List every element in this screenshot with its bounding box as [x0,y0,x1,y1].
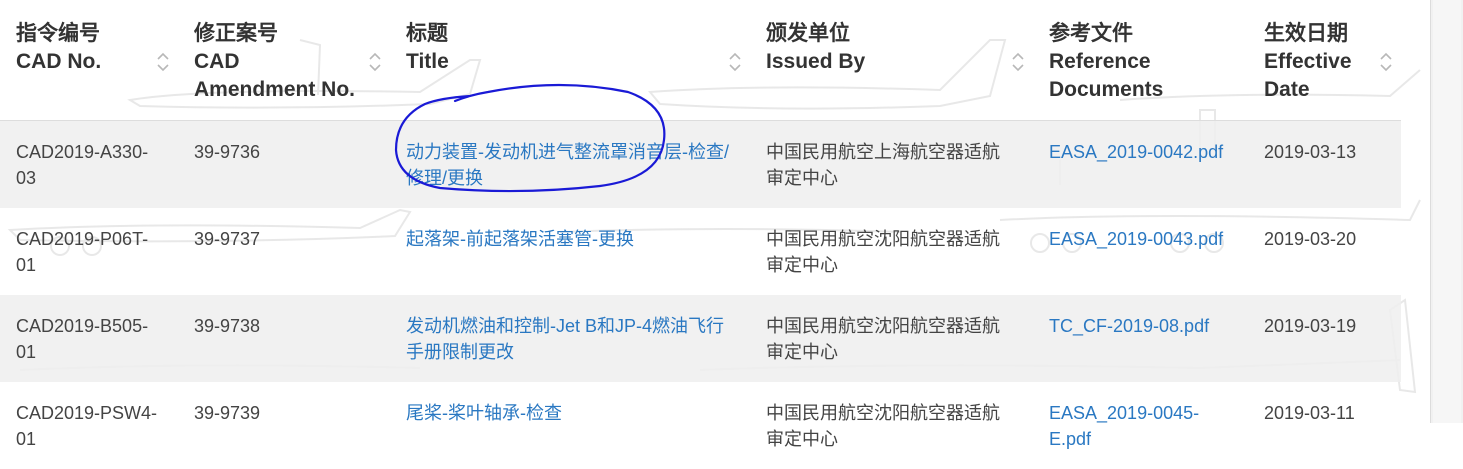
cell-reference: EASA_2019-0043.pdf [1033,208,1248,295]
cell-date: 2019-03-13 [1248,121,1401,209]
cell-issued-by: 中国民用航空上海航空器适航审定中心 [750,121,1033,209]
cell-issued-by: 中国民用航空沈阳航空器适航审定中心 [750,295,1033,382]
header-en: CAD No. [16,48,148,76]
title-link[interactable]: 动力装置-发动机进气整流罩消音层-检查/修理/更换 [406,142,729,188]
cell-date: 2019-03-19 [1248,295,1401,382]
title-link[interactable]: 尾桨-桨叶轴承-检查 [406,403,562,423]
cell-cad-no: CAD2019-P06T-01 [0,208,178,295]
cell-date: 2019-03-20 [1248,208,1401,295]
column-header-amendment[interactable]: 修正案号 CAD Amendment No. [178,0,390,121]
cell-amendment: 39-9738 [178,295,390,382]
table-row: CAD2019-B505-01 39-9738 发动机燃油和控制-Jet B和J… [0,295,1401,382]
cell-amendment: 39-9736 [178,121,390,209]
cell-title: 发动机燃油和控制-Jet B和JP-4燃油飞行手册限制更改 [390,295,750,382]
cell-title: 尾桨-桨叶轴承-检查 [390,382,750,469]
header-zh: 生效日期 [1264,20,1371,48]
cell-cad-no: CAD2019-PSW4-01 [0,382,178,469]
sort-updown-icon[interactable] [156,51,170,73]
column-header-title[interactable]: 标题 Title [390,0,750,121]
cell-reference: EASA_2019-0045-E.pdf [1033,382,1248,469]
header-en: Reference Documents [1049,48,1218,104]
cell-amendment: 39-9737 [178,208,390,295]
cell-cad-no: CAD2019-B505-01 [0,295,178,382]
cell-issued-by: 中国民用航空沈阳航空器适航审定中心 [750,382,1033,469]
cell-reference: EASA_2019-0042.pdf [1033,121,1248,209]
cell-cad-no: CAD2019-A330-03 [0,121,178,209]
cell-issued-by: 中国民用航空沈阳航空器适航审定中心 [750,208,1033,295]
table-row: CAD2019-P06T-01 39-9737 起落架-前起落架活塞管-更换 中… [0,208,1401,295]
sort-updown-icon[interactable] [1011,51,1025,73]
reference-file-link[interactable]: EASA_2019-0043.pdf [1049,229,1223,249]
scrollbar-thumb[interactable] [1433,0,1461,423]
table-header: 指令编号 CAD No. 修正案号 CAD Amendment No. 标题 T… [0,0,1401,121]
cell-date: 2019-03-11 [1248,382,1401,469]
table-row: CAD2019-A330-03 39-9736 动力装置-发动机进气整流罩消音层… [0,121,1401,209]
sort-updown-icon[interactable] [1379,51,1393,73]
column-header-issued-by[interactable]: 颁发单位 Issued By [750,0,1033,121]
header-zh: 指令编号 [16,20,148,48]
header-en: CAD Amendment No. [194,48,360,104]
sort-updown-icon[interactable] [728,51,742,73]
reference-file-link[interactable]: EASA_2019-0045-E.pdf [1049,403,1199,449]
column-header-reference: 参考文件 Reference Documents [1033,0,1248,121]
reference-file-link[interactable]: TC_CF-2019-08.pdf [1049,316,1209,336]
header-en: Title [406,48,720,76]
reference-file-link[interactable]: EASA_2019-0042.pdf [1049,142,1223,162]
sort-updown-icon[interactable] [368,51,382,73]
table-row: CAD2019-PSW4-01 39-9739 尾桨-桨叶轴承-检查 中国民用航… [0,382,1401,469]
column-header-effective-date[interactable]: 生效日期 Effective Date [1248,0,1401,121]
cell-title: 起落架-前起落架活塞管-更换 [390,208,750,295]
directives-table: 指令编号 CAD No. 修正案号 CAD Amendment No. 标题 T… [0,0,1401,469]
header-zh: 标题 [406,20,720,48]
table-body: CAD2019-A330-03 39-9736 动力装置-发动机进气整流罩消音层… [0,121,1401,469]
header-zh: 修正案号 [194,20,360,48]
header-zh: 颁发单位 [766,20,1003,48]
cell-reference: TC_CF-2019-08.pdf [1033,295,1248,382]
header-en: Effective Date [1264,48,1371,104]
header-en: Issued By [766,48,1003,76]
cell-title: 动力装置-发动机进气整流罩消音层-检查/修理/更换 [390,121,750,209]
header-zh: 参考文件 [1049,20,1218,48]
cell-amendment: 39-9739 [178,382,390,469]
title-link[interactable]: 起落架-前起落架活塞管-更换 [406,229,634,249]
vertical-scrollbar[interactable] [1430,0,1463,423]
title-link[interactable]: 发动机燃油和控制-Jet B和JP-4燃油飞行手册限制更改 [406,316,724,362]
column-header-cad-no[interactable]: 指令编号 CAD No. [0,0,178,121]
